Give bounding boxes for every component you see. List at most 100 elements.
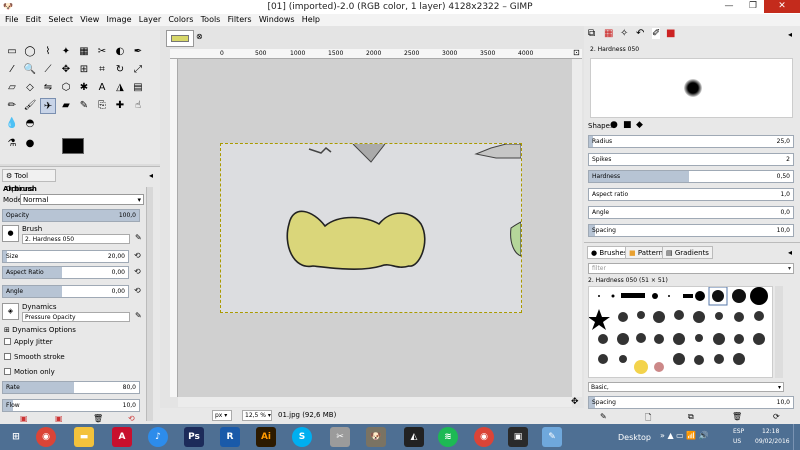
size-slider[interactable]: Size 20,00	[2, 250, 129, 263]
unit-select[interactable]: px ▾	[212, 410, 232, 421]
smooth-stroke-checkbox[interactable]: Smooth stroke	[4, 353, 65, 362]
brush-tag-field[interactable]: Basic, ▾	[588, 382, 784, 392]
gimp-icon[interactable]: 🐶	[366, 427, 386, 447]
flip-icon[interactable]: ⇋	[40, 80, 56, 96]
inkscape-icon[interactable]: ◭	[404, 427, 424, 447]
align-icon[interactable]: ⊞	[76, 62, 92, 78]
ellipse-select-icon[interactable]: ◯	[22, 44, 38, 60]
illustrator-icon[interactable]: Ai	[256, 427, 276, 447]
paint-icon[interactable]: ✎	[542, 427, 562, 447]
square-shape-icon[interactable]: ■	[623, 120, 632, 130]
dock-menu-icon[interactable]: ◂	[788, 30, 792, 39]
move-icon[interactable]: ✥	[58, 62, 74, 78]
menu-windows[interactable]: Windows	[259, 14, 295, 26]
mypaint-icon[interactable]: ⚗	[4, 136, 20, 152]
paths-icon[interactable]: ✒	[130, 44, 146, 60]
foreground-color[interactable]	[62, 138, 84, 154]
perspective-icon[interactable]: ◇	[22, 80, 38, 96]
mode-select[interactable]: Normal ▾	[20, 194, 144, 205]
fuzzy-select-icon[interactable]: ✦	[58, 44, 74, 60]
measure-icon[interactable]: ⟋	[40, 62, 56, 78]
navigate-icon[interactable]: ✥	[571, 397, 579, 407]
menu-layer[interactable]: Layer	[139, 14, 161, 26]
menu-select[interactable]: Select	[48, 14, 73, 26]
rect-select-icon[interactable]: ▭	[4, 44, 20, 60]
itunes-icon[interactable]: ♪	[148, 427, 168, 447]
colors-tab-icon[interactable]: ■	[666, 28, 675, 39]
minimize-button[interactable]: —	[718, 0, 740, 13]
diamond-shape-icon[interactable]: ◆	[636, 120, 643, 130]
color-picker-icon[interactable]: ⁄	[4, 62, 20, 78]
angle-editor-slider[interactable]: Angle 0,0	[588, 206, 794, 219]
image-tab[interactable]	[166, 30, 194, 47]
menu-edit[interactable]: Edit	[26, 14, 42, 26]
layers-tab-icon[interactable]: ⧉	[588, 28, 595, 39]
refresh-brushes-button[interactable]: ⟳	[773, 412, 780, 421]
menu-filters[interactable]: Filters	[228, 14, 252, 26]
photoshop-icon[interactable]: Ps	[184, 427, 204, 447]
panel-menu-icon[interactable]: ◂	[149, 171, 153, 180]
save-options-icon[interactable]: ▣	[20, 414, 28, 423]
dodge-burn-icon[interactable]: ●	[22, 136, 38, 152]
delete-brush-button[interactable]: 🗑	[732, 412, 742, 421]
brush-name-field[interactable]: 2. Hardness 050	[22, 234, 130, 244]
color-select-icon[interactable]: ▦	[76, 44, 92, 60]
close-button[interactable]: ✕	[764, 0, 800, 13]
reset-size-icon[interactable]: ⟲	[134, 251, 141, 260]
chrome-icon[interactable]: ◉	[36, 427, 56, 447]
clone-icon[interactable]: ⎘	[94, 98, 110, 114]
zoom-select[interactable]: 12,5 % ▾	[242, 410, 272, 421]
blur-icon[interactable]: 💧	[4, 116, 20, 132]
spikes-slider[interactable]: Spikes 2	[588, 153, 794, 166]
text-icon[interactable]: A	[94, 80, 110, 96]
spotify-icon[interactable]: ≋	[438, 427, 458, 447]
edit-brush-icon[interactable]: ✎	[135, 233, 142, 242]
hardness-slider[interactable]: Hardness 0,50	[588, 170, 794, 183]
dynamics-name-field[interactable]: Pressure Opacity	[22, 312, 130, 322]
reader-icon[interactable]: ▣	[508, 427, 528, 447]
dynamics-preview-button[interactable]: ◈	[2, 303, 19, 320]
menu-view[interactable]: View	[80, 14, 99, 26]
aspect-ratio-editor-slider[interactable]: Aspect ratio 1,0	[588, 188, 794, 201]
image-canvas[interactable]	[220, 143, 522, 313]
brush-preview-button[interactable]: ●	[2, 225, 19, 242]
duplicate-brush-button[interactable]: ⧉	[688, 412, 694, 422]
delete-options-icon[interactable]: 🗑	[93, 414, 103, 423]
radius-slider[interactable]: Radius 25,0	[588, 135, 794, 148]
rate-slider[interactable]: Rate 80,0	[2, 381, 140, 394]
clock-time[interactable]: 12:18	[762, 428, 779, 435]
foreground-select-icon[interactable]: ◐	[112, 44, 128, 60]
paintbrush-icon[interactable]: 🖌	[22, 98, 38, 114]
rotate-icon[interactable]: ↻	[112, 62, 128, 78]
aspect-ratio-slider[interactable]: Aspect Ratio 0,00	[2, 266, 129, 279]
brush-grid-scrollbar[interactable]	[775, 286, 783, 378]
tool-options-scrollbar[interactable]	[146, 187, 153, 421]
tab-gradients[interactable]: ▤ Gradients	[662, 246, 713, 259]
chrome-2-icon[interactable]: ◉	[474, 427, 494, 447]
heal-icon[interactable]: ✚	[112, 98, 128, 114]
autocad-icon[interactable]: A	[112, 427, 132, 447]
brush-editor-tab-icon[interactable]: ✐	[652, 28, 661, 39]
desktop-toolbar-label[interactable]: Desktop	[618, 433, 651, 442]
blend-icon[interactable]: ▤	[130, 80, 146, 96]
show-desktop-button[interactable]	[793, 424, 800, 450]
close-tab-icon[interactable]: ⊗	[196, 32, 203, 41]
input-region[interactable]: US	[733, 438, 741, 445]
warp-icon[interactable]: ✱	[76, 80, 92, 96]
bucket-fill-icon[interactable]: ◮	[112, 80, 128, 96]
angle-slider[interactable]: Angle 0,00	[2, 285, 129, 298]
dynamics-options-expander[interactable]: ⊞ Dynamics Options	[4, 326, 76, 334]
zoom-fit-icon[interactable]: ⊡	[573, 48, 580, 57]
opacity-slider[interactable]: Opacity 100,0	[2, 209, 140, 222]
dodge-icon[interactable]: ◓	[22, 116, 38, 132]
menu-image[interactable]: Image	[107, 14, 132, 26]
apply-jitter-checkbox[interactable]: Apply Jitter	[4, 338, 53, 347]
maximize-button[interactable]: ❐	[742, 0, 764, 13]
vertical-scrollbar[interactable]	[572, 59, 582, 397]
scale-icon[interactable]: ⤢	[130, 62, 146, 78]
motion-only-checkbox[interactable]: Motion only	[4, 368, 55, 377]
menu-tools[interactable]: Tools	[201, 14, 221, 26]
free-select-icon[interactable]: ⌇	[40, 44, 56, 60]
restore-options-icon[interactable]: ▣	[55, 414, 63, 423]
shear-icon[interactable]: ▱	[4, 80, 20, 96]
